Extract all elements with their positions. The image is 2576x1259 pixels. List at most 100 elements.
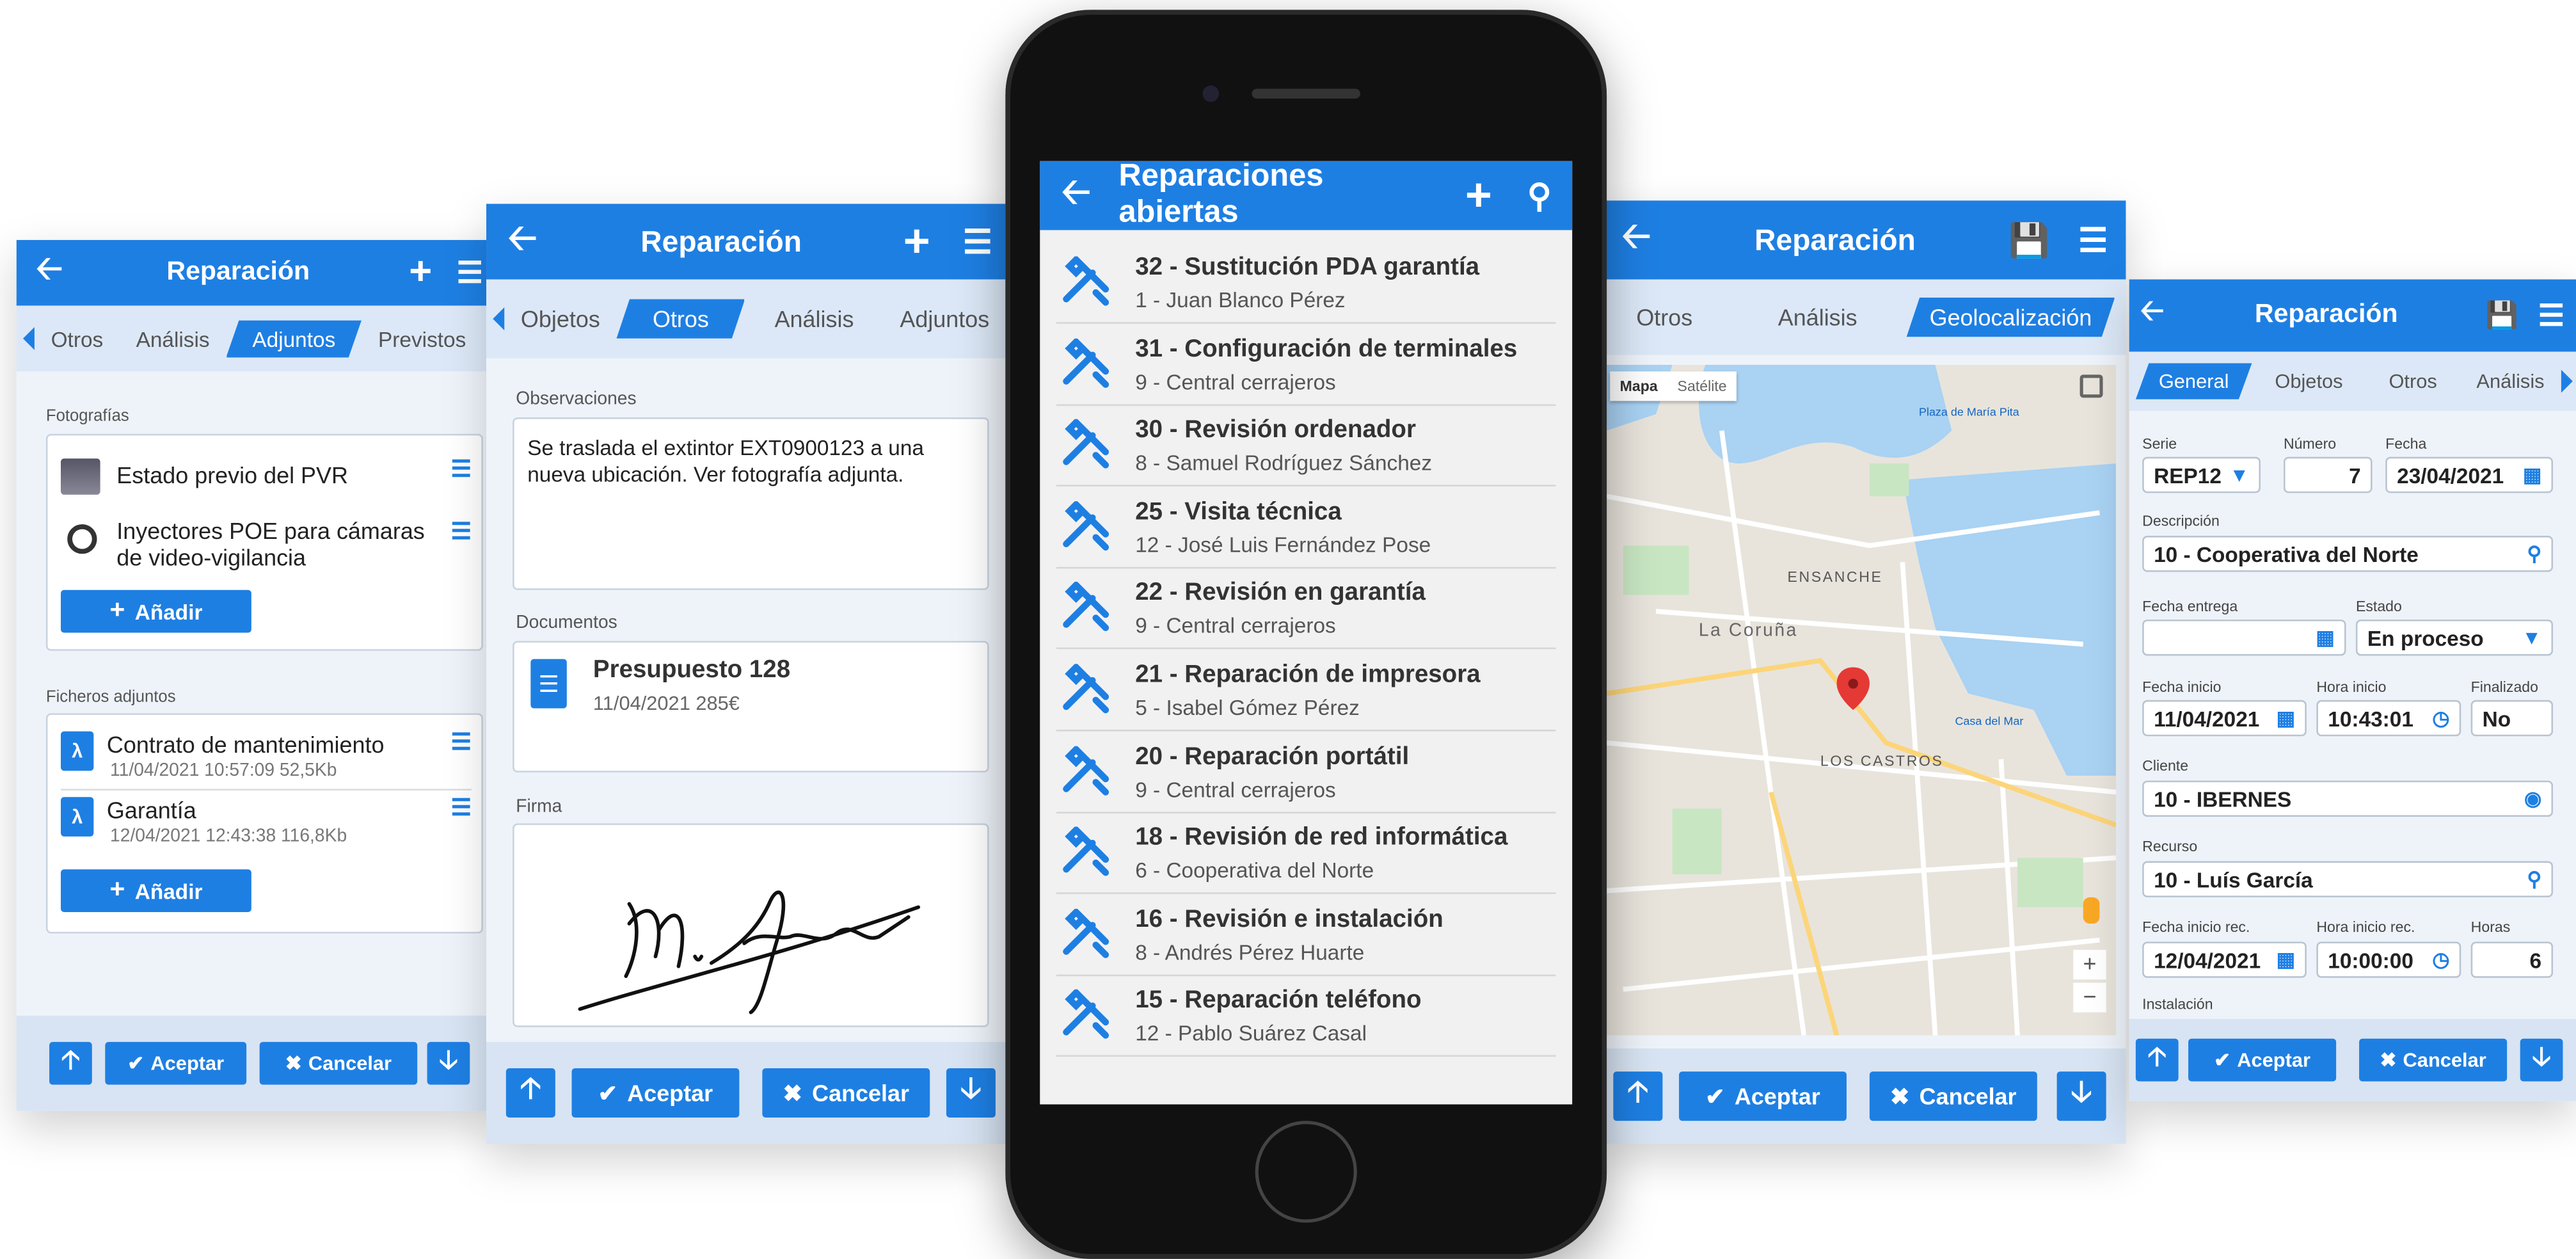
signature-pad[interactable] xyxy=(513,823,989,1027)
item-menu-icon[interactable]: ☰ xyxy=(451,794,472,822)
up-arrow-button[interactable]: 🡡 xyxy=(1613,1071,1663,1121)
tab-objetos[interactable]: Objetos xyxy=(504,306,616,332)
plus-icon[interactable]: + xyxy=(884,215,950,268)
tab-scroll-left-icon[interactable] xyxy=(493,307,505,331)
horas-field[interactable]: 6 xyxy=(2470,942,2554,978)
list-item[interactable]: 22 - Revisión en garantía 9 - Central cer… xyxy=(1056,569,1556,650)
back-arrow-icon[interactable]: 🡠 xyxy=(17,245,83,301)
down-arrow-button[interactable]: 🡣 xyxy=(946,1068,996,1118)
calendar-icon[interactable]: ▦ xyxy=(2277,707,2295,730)
back-arrow-icon[interactable]: 🡠 xyxy=(486,211,559,273)
back-arrow-icon[interactable]: 🡠 xyxy=(1600,209,1673,271)
tab-otros[interactable]: Otros xyxy=(35,326,120,351)
map-tab[interactable]: Mapa xyxy=(1610,371,1667,401)
list-item[interactable]: 30 - Revisión ordenador 8 - Samuel Rodríg… xyxy=(1056,406,1556,487)
tab-geolocalizacion[interactable]: Geolocalización xyxy=(1907,298,2115,337)
photo-item[interactable]: Inyectores POE para cámaras de video-vig… xyxy=(61,518,472,573)
back-arrow-icon[interactable]: 🡠 xyxy=(2129,291,2175,340)
fecha-inicio-field[interactable]: 11/04/2021 ▦ xyxy=(2142,700,2307,737)
eye-icon[interactable]: ◉ xyxy=(2524,787,2541,810)
item-menu-icon[interactable]: ☰ xyxy=(451,455,472,483)
tab-objetos[interactable]: Objetos xyxy=(2252,370,2365,393)
serie-select[interactable]: REP12 ▼ xyxy=(2142,456,2261,493)
zoom-out-button[interactable]: − xyxy=(2073,982,2106,1013)
item-menu-icon[interactable]: ☰ xyxy=(451,518,472,546)
menu-icon[interactable]: ☰ xyxy=(2527,298,2576,333)
tab-otros[interactable]: Otros xyxy=(2366,370,2460,393)
clock-icon[interactable]: ◷ xyxy=(2432,949,2449,972)
back-arrow-icon[interactable]: 🡠 xyxy=(1040,164,1112,227)
recurso-field[interactable]: 10 - Luís García ⚲ xyxy=(2142,861,2554,897)
list-item[interactable]: 16 - Revisión e instalación 8 - Andrés Pé… xyxy=(1056,895,1556,976)
down-arrow-button[interactable]: 🡣 xyxy=(427,1041,470,1085)
photo-item[interactable]: Estado previo del PVR ☰ xyxy=(61,455,472,504)
tab-previstos[interactable]: Previstos xyxy=(362,326,482,351)
search-icon[interactable]: ⚲ xyxy=(1506,175,1572,216)
hora-inicio-field[interactable]: 10:43:01 ◷ xyxy=(2316,700,2461,737)
home-button[interactable] xyxy=(1255,1121,1357,1223)
plus-icon[interactable]: + xyxy=(394,250,447,296)
fecha-inicio-rec-field[interactable]: 12/04/2021 ▦ xyxy=(2142,942,2307,978)
file-item[interactable]: λ Garantía 12/04/2021 12:43:38 116,8Kb ☰ xyxy=(61,794,472,856)
cancel-button[interactable]: ✖ Cancelar xyxy=(762,1068,930,1118)
accept-button[interactable]: ✔ Aceptar xyxy=(571,1068,740,1118)
fullscreen-icon[interactable] xyxy=(2079,374,2103,398)
list-item[interactable]: 31 - Configuración de terminales 9 - Cent… xyxy=(1056,325,1556,406)
accept-button[interactable]: ✔ Aceptar xyxy=(1679,1071,1847,1121)
finalizado-field[interactable]: No xyxy=(2470,700,2554,737)
list-item[interactable]: 20 - Reparación portátil 9 - Central cerr… xyxy=(1056,732,1556,813)
tab-analisis[interactable]: Análisis xyxy=(745,306,883,332)
list-item[interactable]: 18 - Revisión de red informática 6 - Coop… xyxy=(1056,814,1556,895)
search-icon[interactable]: ⚲ xyxy=(2527,542,2541,565)
calendar-icon[interactable]: ▦ xyxy=(2316,626,2334,649)
calendar-icon[interactable]: ▦ xyxy=(2523,463,2541,486)
descripcion-field[interactable]: 10 - Cooperativa del Norte ⚲ xyxy=(2142,536,2554,572)
add-file-button[interactable]: + Añadir xyxy=(61,869,251,913)
tab-otros[interactable]: Otros xyxy=(1600,304,1729,330)
cancel-button[interactable]: ✖ Cancelar xyxy=(259,1041,418,1085)
accept-button[interactable]: ✔ Aceptar xyxy=(105,1041,247,1085)
down-arrow-button[interactable]: 🡣 xyxy=(2056,1071,2106,1121)
tab-adjuntos[interactable]: Adjuntos xyxy=(884,306,1006,332)
up-arrow-button[interactable]: 🡡 xyxy=(505,1068,555,1118)
accept-button[interactable]: ✔ Aceptar xyxy=(2188,1038,2337,1082)
satellite-tab[interactable]: Satélite xyxy=(1667,371,1737,401)
plus-icon[interactable]: + xyxy=(1451,169,1506,221)
tab-analisis[interactable]: Análisis xyxy=(120,326,226,351)
save-icon[interactable]: 💾 xyxy=(2477,299,2527,332)
menu-icon[interactable]: ☰ xyxy=(2060,220,2126,261)
tab-otros[interactable]: Otros xyxy=(616,299,745,339)
down-arrow-button[interactable]: 🡣 xyxy=(2520,1038,2563,1082)
tab-analisis[interactable]: Análisis xyxy=(1729,304,1907,330)
cliente-field[interactable]: 10 - IBERNES ◉ xyxy=(2142,780,2554,817)
fecha-field[interactable]: 23/04/2021 ▦ xyxy=(2385,456,2554,493)
fecha-entrega-field[interactable]: ▦ xyxy=(2142,619,2346,656)
estado-select[interactable]: En proceso ▼ xyxy=(2355,619,2554,656)
hora-inicio-rec-field[interactable]: 10:00:00 ◷ xyxy=(2316,942,2461,978)
add-photo-button[interactable]: + Añadir xyxy=(61,589,251,633)
save-icon[interactable]: 💾 xyxy=(1998,220,2060,261)
menu-icon[interactable]: ☰ xyxy=(950,221,1005,262)
numero-field[interactable]: 7 xyxy=(2283,456,2373,493)
map-view[interactable]: Mapa Satélite ENSANCHE La Coruña LOS CAS… xyxy=(1607,365,2117,1036)
clock-icon[interactable]: ◷ xyxy=(2432,707,2449,730)
tab-adjuntos[interactable]: Adjuntos xyxy=(226,319,362,357)
tab-general[interactable]: General xyxy=(2136,363,2252,399)
cancel-button[interactable]: ✖ Cancelar xyxy=(2359,1038,2508,1082)
cancel-button[interactable]: ✖ Cancelar xyxy=(1869,1071,2037,1121)
list-item[interactable]: 32 - Sustitución PDA garantía 1 - Juan Bl… xyxy=(1056,243,1556,324)
tab-scroll-right-icon[interactable] xyxy=(2561,369,2573,393)
file-item[interactable]: λ Contrato de mantenimiento 11/04/2021 1… xyxy=(61,728,472,791)
search-icon[interactable]: ⚲ xyxy=(2527,868,2541,891)
item-menu-icon[interactable]: ☰ xyxy=(451,728,472,756)
observaciones-textarea[interactable]: Se traslada el extintor EXT0900123 a una… xyxy=(513,417,989,590)
tab-analisis[interactable]: Análisis xyxy=(2460,370,2561,393)
list-item[interactable]: 15 - Reparación teléfono 12 - Pablo Suáre… xyxy=(1056,977,1556,1057)
zoom-in-button[interactable]: + xyxy=(2073,950,2106,980)
calendar-icon[interactable]: ▦ xyxy=(2277,949,2295,972)
up-arrow-button[interactable]: 🡡 xyxy=(49,1041,92,1085)
up-arrow-button[interactable]: 🡡 xyxy=(2135,1038,2179,1082)
list-item[interactable]: 21 - Reparación de impresora 5 - Isabel G… xyxy=(1056,651,1556,732)
document-item[interactable]: ☰ Presupuesto 128 11/04/2021 285€ xyxy=(527,655,971,754)
tab-scroll-left-icon[interactable] xyxy=(22,326,35,350)
